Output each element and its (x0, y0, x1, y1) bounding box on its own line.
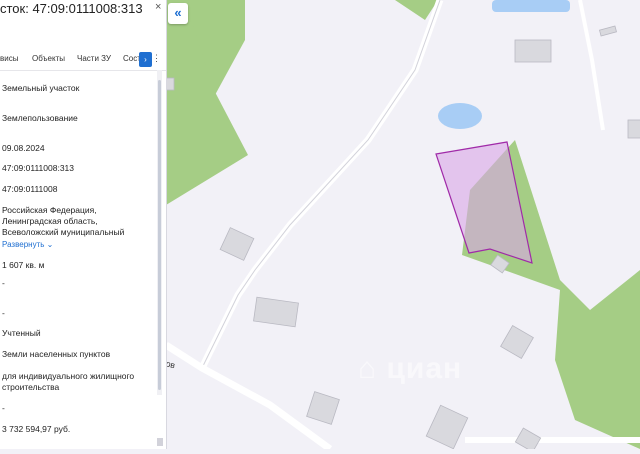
field-land-category: Земли населенных пунктов (2, 349, 111, 359)
field-area: 1 607 кв. м (2, 260, 45, 270)
cian-watermark: ⌂ циан (358, 352, 463, 385)
parcel-info-panel: сток: 47:09:0111008:313 × висы Объекты Ч… (0, 0, 167, 449)
expand-address-link[interactable]: Развернуть ⌄ (2, 240, 53, 249)
field-cadastral-number: 47:09:0111008:313 (2, 163, 75, 173)
field-object-type: Земельный участок (2, 83, 80, 93)
tabs-divider (0, 70, 166, 71)
pond (438, 103, 482, 129)
water-area (492, 0, 570, 12)
panel-scrollbar-bottom[interactable] (157, 438, 163, 446)
field-permitted-use-line-1: для индивидуального жилищного (2, 371, 135, 381)
field-status: Учтенный (2, 328, 41, 338)
field-address-line-2: Ленинградская область, (2, 216, 98, 226)
building (165, 77, 175, 91)
field-empty-2: - (2, 308, 5, 318)
tabs-next-button[interactable]: › (139, 52, 152, 67)
field-address-line-3: Всеволожский муниципальный (2, 227, 125, 237)
panel-scrollbar-thumb[interactable] (158, 80, 161, 390)
field-empty-1: - (2, 278, 5, 288)
more-icon[interactable]: ⋮ (152, 53, 161, 64)
building (627, 119, 640, 139)
close-icon[interactable]: × (155, 1, 161, 13)
tab-services[interactable]: висы (0, 54, 18, 63)
collapse-panel-button[interactable]: « (168, 3, 188, 24)
building (514, 39, 552, 63)
field-cadastral-quarter: 47:09:0111008 (2, 184, 58, 194)
field-permitted-use-line-2: строительства (2, 382, 60, 392)
field-parcel-kind: Землепользование (2, 113, 78, 123)
field-cadastral-value: 3 732 594,97 руб. (2, 424, 71, 434)
field-empty-3: - (2, 403, 5, 413)
tab-parcel-parts[interactable]: Части ЗУ (77, 54, 111, 63)
field-address-line-1: Российская Федерация, (2, 205, 97, 215)
field-registration-date: 09.08.2024 (2, 143, 45, 153)
tab-objects[interactable]: Объекты (32, 54, 65, 63)
panel-title: сток: 47:09:0111008:313 (0, 1, 143, 16)
